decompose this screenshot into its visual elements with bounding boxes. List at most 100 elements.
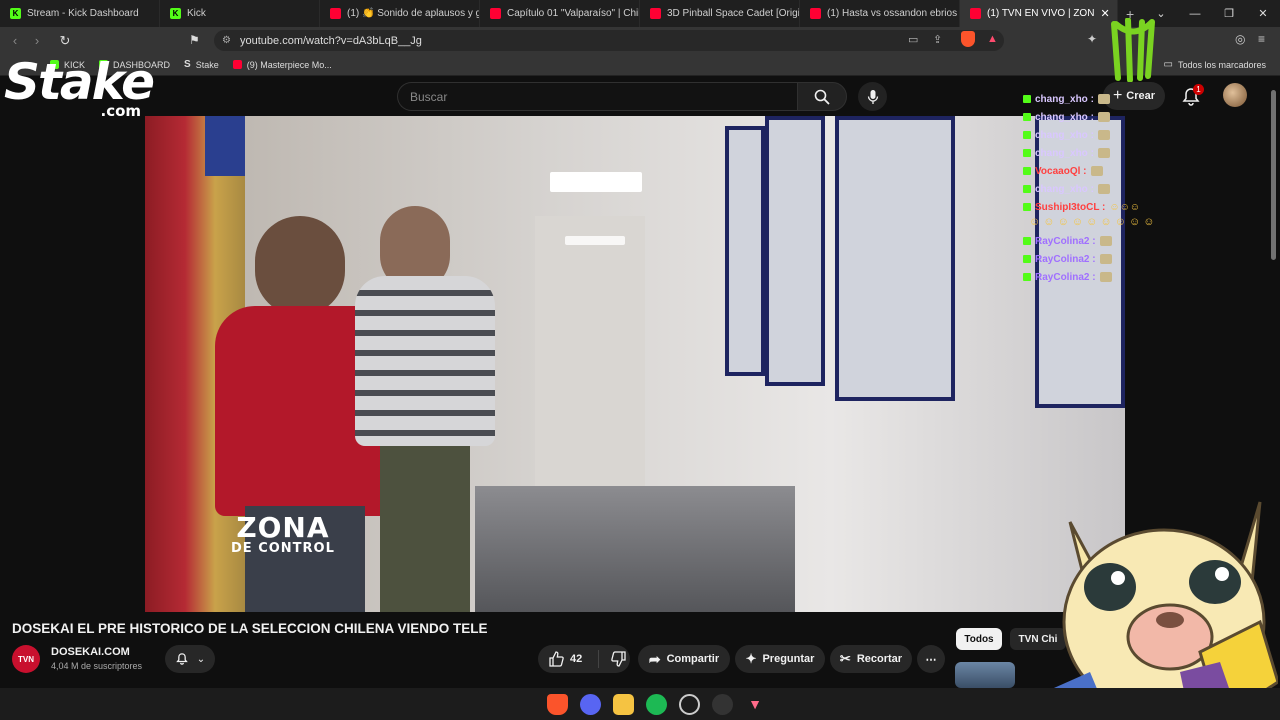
back-icon[interactable]: ‹ — [4, 33, 26, 48]
voice-search-button[interactable] — [858, 82, 887, 111]
emote-icon — [1097, 130, 1110, 140]
all-bookmarks[interactable]: ▭ Todos los marcadores — [1164, 59, 1267, 70]
tab-hasta[interactable]: (1) Hasta vs ossandon ebrios — [800, 0, 960, 27]
stake-icon: S — [184, 59, 191, 70]
clip-label: Recortar — [856, 653, 903, 665]
chat-user: RayColina2 : — [1035, 253, 1096, 265]
dislike-icon[interactable] — [611, 651, 627, 667]
chip-all[interactable]: Todos — [956, 628, 1002, 650]
emote-icon — [1097, 94, 1110, 104]
discord-icon[interactable] — [579, 693, 601, 715]
overlay-line-1: ZONA — [236, 511, 330, 544]
kick-icon — [1023, 95, 1031, 103]
kick-icon — [1023, 255, 1031, 263]
video-player[interactable]: ZONA DE CONTROL — [145, 116, 1125, 612]
stream-chat-overlay: chang_xho : chang_xho : chang_xho : chan… — [1023, 86, 1243, 286]
search-input[interactable]: Buscar — [397, 82, 797, 111]
search-icon — [814, 89, 830, 105]
share-button[interactable]: ➦ Compartir — [638, 645, 730, 673]
site-settings-icon[interactable]: ⚙ — [222, 35, 231, 46]
tab-pinball[interactable]: 3D Pinball Space Cadet [Origin — [640, 0, 800, 27]
maximize-button[interactable]: ❐ — [1212, 0, 1246, 27]
emote-icon — [1099, 254, 1112, 264]
clip-button[interactable]: ✂ Recortar — [830, 645, 912, 673]
stake-logo: Stake .com — [4, 57, 155, 119]
extensions-icon[interactable]: ✦ — [1087, 32, 1097, 46]
tab-title: Stream - Kick Dashboard — [27, 8, 139, 19]
tab-valparaiso[interactable]: Capítulo 01 "Valparaíso" | Chile — [480, 0, 640, 27]
like-icon[interactable] — [548, 651, 564, 667]
windows-start-icon[interactable] — [515, 694, 535, 714]
wall-frame — [765, 116, 825, 386]
channel-name[interactable]: DOSEKAI.COM — [51, 646, 130, 658]
bookmark-label: (9) Masterpiece Mo... — [246, 59, 332, 70]
subscription-bell-button[interactable]: ⌄ — [165, 645, 215, 673]
hallway-back-wall — [535, 216, 645, 486]
forward-icon[interactable]: › — [26, 33, 48, 48]
chat-user: SushipI3toCL : — [1035, 201, 1106, 213]
url-text: youtube.com/watch?v=dA3bLqB__Jg — [240, 34, 422, 47]
tab-aplausos[interactable]: (1) 👏 Sonido de aplausos y g — [320, 0, 480, 27]
more-icon: ⋯ — [925, 653, 937, 666]
tab-title: (1) Hasta vs ossandon ebrios — [827, 8, 958, 19]
bell-icon — [176, 653, 188, 665]
bookmark-stake[interactable]: S Stake — [184, 59, 219, 70]
ask-button[interactable]: ✦ Preguntar — [735, 645, 825, 673]
bookmark-icon[interactable]: ⚑ — [189, 33, 200, 47]
scrollbar[interactable] — [1271, 90, 1276, 260]
video-title: DOSEKAI EL PRE HISTORICO DE LA SELECCION… — [12, 621, 488, 636]
youtube-icon — [330, 8, 341, 19]
spotify-icon[interactable] — [645, 693, 667, 715]
emote-icon — [1099, 236, 1112, 246]
emote-icon: ☺ ☺ ☺ ☺ ☺ ☺ ☺ ☺ ☺ — [1029, 216, 1155, 228]
chat-message: chang_xho : — [1023, 144, 1243, 162]
close-window-button[interactable]: ✕ — [1246, 0, 1280, 27]
obs-icon[interactable] — [678, 693, 700, 715]
more-actions-button[interactable]: ⋯ — [917, 645, 945, 673]
profile-icon[interactable]: ◎ — [1235, 32, 1245, 46]
chat-user: VocaaoQl : — [1035, 165, 1087, 177]
monster-logo-icon — [1111, 18, 1155, 82]
menu-icon[interactable]: ≡ — [1258, 32, 1265, 46]
chat-user: chang_xho : — [1035, 183, 1094, 195]
chat-message: RayColina2 : — [1023, 250, 1243, 268]
divider — [598, 650, 600, 668]
tab-title: 3D Pinball Space Cadet [Origin — [667, 8, 800, 19]
chat-message: VocaaoQl : — [1023, 162, 1243, 180]
chat-message: chang_xho : — [1023, 90, 1243, 108]
chevron-down-icon: ⌄ — [196, 653, 206, 665]
tab-tvn-active[interactable]: (1) TVN EN VIVO | ZON ✕ — [960, 0, 1118, 27]
brave-browser-icon[interactable] — [546, 693, 568, 715]
kick-icon: K — [170, 8, 181, 19]
share-icon: ➦ — [648, 650, 661, 667]
cat-avatar-overlay — [1050, 501, 1278, 720]
url-field[interactable]: ⚙ youtube.com/watch?v=dA3bLqB__Jg — [214, 30, 1004, 51]
youtube-icon — [490, 8, 501, 19]
bookmark-masterpiece[interactable]: (9) Masterpiece Mo... — [232, 59, 332, 70]
tab-title: Capítulo 01 "Valparaíso" | Chile — [507, 8, 640, 19]
file-explorer-icon[interactable] — [612, 693, 634, 715]
like-count: 42 — [570, 653, 583, 665]
brave-shield-icon[interactable] — [961, 31, 975, 47]
search-button[interactable] — [797, 82, 847, 111]
cast-icon[interactable]: ▭ — [908, 33, 918, 46]
chat-message: RayColina2 : — [1023, 232, 1243, 250]
reload-icon[interactable]: ↻ — [54, 33, 76, 49]
app-icon[interactable] — [711, 693, 733, 715]
person-striped-sweater — [355, 196, 505, 612]
emote-icon — [1099, 272, 1112, 282]
bookmark-label: Stake — [195, 59, 219, 70]
recommended-thumbnail[interactable] — [955, 662, 1015, 688]
tab-kick-dashboard[interactable]: K Stream - Kick Dashboard — [0, 0, 160, 27]
tab-kick[interactable]: K Kick — [160, 0, 320, 27]
brave-rewards-icon[interactable]: ▲ — [987, 33, 998, 45]
chat-message: chang_xho : — [1023, 180, 1243, 198]
overlay-line-2: DE CONTROL — [231, 541, 335, 556]
app-icon[interactable]: ▼ — [745, 694, 766, 715]
share-icon[interactable]: ⇪ — [933, 33, 942, 46]
kick-icon — [1023, 113, 1031, 121]
channel-logo[interactable]: TVN — [12, 645, 40, 673]
sparkle-icon: ✦ — [745, 651, 757, 666]
minimize-button[interactable]: — — [1178, 0, 1212, 27]
kick-icon — [1023, 203, 1031, 211]
